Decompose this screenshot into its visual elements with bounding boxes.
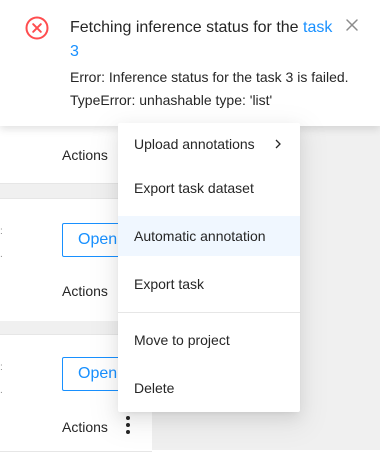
notification-title: Fetching inference status for the task 3 xyxy=(70,16,340,64)
menu-divider xyxy=(118,312,300,313)
more-vertical-icon[interactable] xyxy=(124,414,132,436)
truncated-text: . xyxy=(0,385,3,396)
actions-dropdown-menu: Upload annotations Export task dataset A… xyxy=(118,123,300,412)
chevron-right-icon xyxy=(275,139,281,149)
menu-item-label: Move to project xyxy=(134,332,230,348)
notification-title-text: Fetching inference status for the xyxy=(70,19,304,36)
menu-item-label: Delete xyxy=(134,380,175,396)
menu-item-label: Automatic annotation xyxy=(134,228,266,244)
error-message: Error: Inference status for the task 3 i… xyxy=(70,69,349,85)
actions-label[interactable]: Actions xyxy=(62,419,108,435)
close-circle-icon xyxy=(25,16,49,40)
error-notification: Fetching inference status for the task 3… xyxy=(0,0,380,126)
menu-item-export-task-dataset[interactable]: Export task dataset xyxy=(118,168,300,208)
type-error-message: TypeError: unhashable type: 'list' xyxy=(70,92,273,108)
menu-item-move-to-project[interactable]: Move to project xyxy=(118,320,300,360)
menu-item-export-task[interactable]: Export task xyxy=(118,264,300,304)
truncated-text: : xyxy=(0,362,3,373)
actions-label[interactable]: Actions xyxy=(62,283,108,299)
actions-label[interactable]: Actions xyxy=(62,147,108,163)
menu-item-label: Export task xyxy=(134,276,205,292)
menu-item-automatic-annotation[interactable]: Automatic annotation xyxy=(118,216,300,256)
truncated-text: . xyxy=(0,249,3,260)
notification-description: Error: Inference status for the task 3 i… xyxy=(70,66,370,112)
menu-item-delete[interactable]: Delete xyxy=(118,368,300,408)
close-icon[interactable] xyxy=(345,18,359,32)
menu-item-label: Upload annotations xyxy=(134,136,255,152)
menu-item-upload-annotations[interactable]: Upload annotations xyxy=(118,124,300,164)
truncated-text: : xyxy=(0,226,3,237)
menu-item-label: Export task dataset xyxy=(134,180,254,196)
